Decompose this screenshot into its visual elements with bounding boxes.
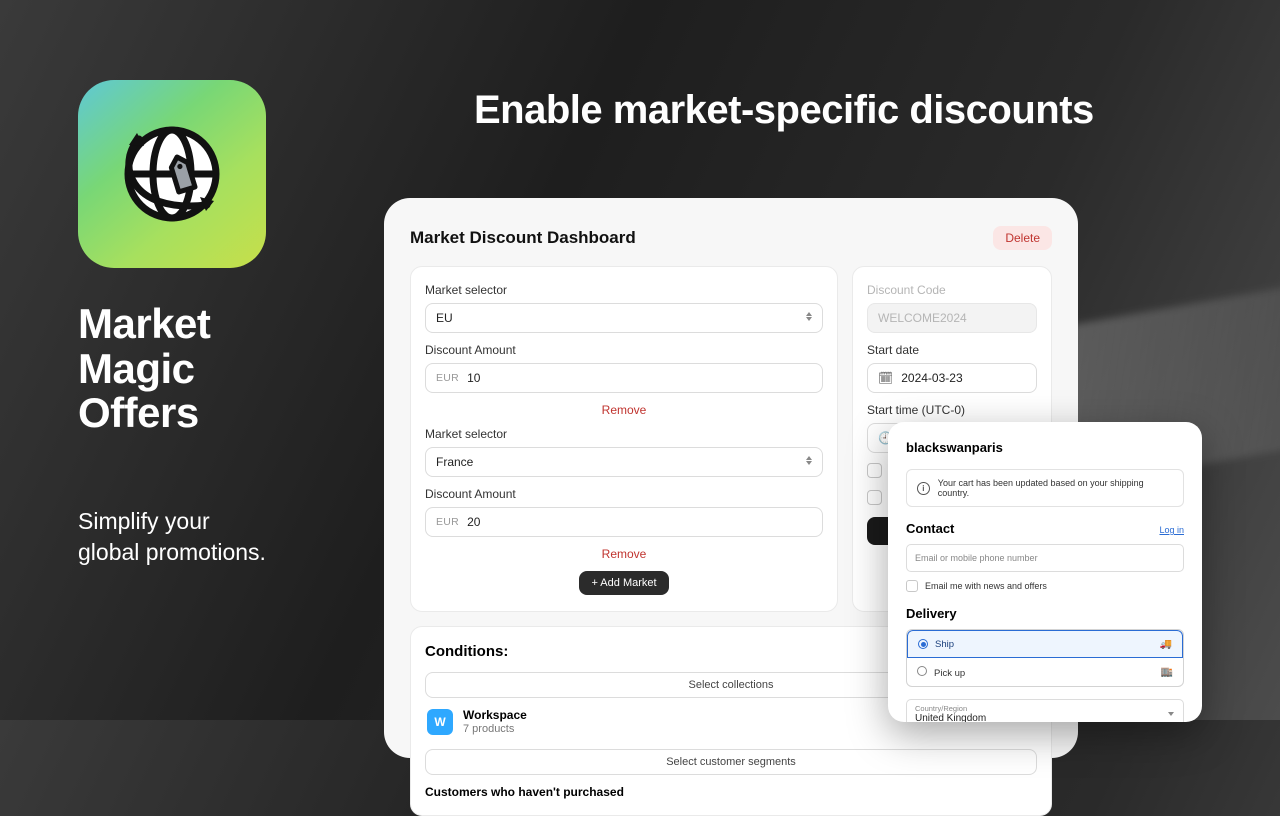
checkout-preview: blackswanparis i Your cart has been upda… bbox=[888, 422, 1202, 722]
calendar-icon: 🗓 bbox=[878, 371, 893, 385]
market-selector[interactable]: EU bbox=[425, 303, 823, 333]
app-name: Market Magic Offers bbox=[78, 302, 338, 436]
delete-button[interactable]: Delete bbox=[993, 226, 1052, 250]
info-icon: i bbox=[917, 482, 930, 495]
customers-segment-title: Customers who haven't purchased bbox=[425, 785, 1037, 799]
country-select[interactable]: Country/Region United Kingdom bbox=[906, 699, 1184, 722]
discount-amount-label: Discount Amount bbox=[425, 487, 823, 501]
delivery-pickup-option[interactable]: Pick up 🏬 bbox=[907, 658, 1183, 686]
radio-off-icon bbox=[917, 666, 927, 676]
store-icon: 🏬 bbox=[1161, 667, 1173, 678]
market-selector-value: France bbox=[436, 455, 473, 469]
discount-amount-value: 10 bbox=[467, 371, 480, 385]
discount-code-label: Discount Code bbox=[867, 283, 1037, 297]
news-checkbox[interactable] bbox=[906, 580, 918, 592]
remove-market-link[interactable]: Remove bbox=[425, 547, 823, 561]
discount-amount-value: 20 bbox=[467, 515, 480, 529]
add-market-button[interactable]: + Add Market bbox=[579, 571, 668, 595]
store-name: blackswanparis bbox=[906, 440, 1184, 455]
country-label: Country/Region bbox=[915, 704, 1175, 713]
email-input[interactable]: Email or mobile phone number bbox=[906, 544, 1184, 572]
market-selector-value: EU bbox=[436, 311, 453, 325]
contact-title: Contact bbox=[906, 521, 954, 536]
delivery-options: Ship 🚚 Pick up 🏬 bbox=[906, 629, 1184, 687]
market-selector-label: Market selector bbox=[425, 427, 823, 441]
market-selector-label: Market selector bbox=[425, 283, 823, 297]
discount-amount-input[interactable]: EUR 20 bbox=[425, 507, 823, 537]
news-label: Email me with news and offers bbox=[925, 581, 1047, 591]
workspace-icon: W bbox=[427, 709, 453, 735]
currency-prefix: EUR bbox=[436, 516, 459, 528]
workspace-name: Workspace bbox=[463, 708, 527, 723]
discount-amount-input[interactable]: EUR 10 bbox=[425, 363, 823, 393]
chevron-down-icon bbox=[1168, 712, 1174, 716]
start-date-label: Start date bbox=[867, 343, 1037, 357]
delivery-title: Delivery bbox=[906, 606, 1184, 621]
set-end-checkbox[interactable] bbox=[867, 463, 882, 478]
radio-on-icon bbox=[918, 639, 928, 649]
workspace-sub: 7 products bbox=[463, 723, 527, 737]
remove-market-link[interactable]: Remove bbox=[425, 403, 823, 417]
chevron-updown-icon bbox=[806, 456, 812, 465]
cart-notice-text: Your cart has been updated based on your… bbox=[938, 478, 1173, 498]
apply-checkbox[interactable] bbox=[867, 490, 882, 505]
discount-code-value: WELCOME2024 bbox=[878, 311, 967, 325]
delivery-ship-option[interactable]: Ship 🚚 bbox=[907, 630, 1183, 658]
start-time-label: Start time (UTC-0) bbox=[867, 403, 1037, 417]
start-date-value: 2024-03-23 bbox=[901, 371, 962, 385]
truck-icon: 🚚 bbox=[1160, 639, 1172, 650]
login-link[interactable]: Log in bbox=[1159, 525, 1184, 535]
start-date-input[interactable]: 🗓 2024-03-23 bbox=[867, 363, 1037, 393]
currency-prefix: EUR bbox=[436, 372, 459, 384]
tagline: Simplify your global promotions. bbox=[78, 506, 338, 568]
markets-card: Market selector EU Discount Amount EUR 1… bbox=[410, 266, 838, 612]
market-selector[interactable]: France bbox=[425, 447, 823, 477]
chevron-updown-icon bbox=[806, 312, 812, 321]
app-icon bbox=[78, 80, 266, 268]
discount-amount-label: Discount Amount bbox=[425, 343, 823, 357]
dashboard-title: Market Discount Dashboard bbox=[410, 228, 636, 248]
discount-code-input[interactable]: WELCOME2024 bbox=[867, 303, 1037, 333]
select-segments-button[interactable]: Select customer segments bbox=[425, 749, 1037, 775]
cart-notice: i Your cart has been updated based on yo… bbox=[906, 469, 1184, 507]
country-value: United Kingdom bbox=[915, 713, 1175, 722]
headline: Enable market-specific discounts bbox=[474, 88, 1094, 133]
